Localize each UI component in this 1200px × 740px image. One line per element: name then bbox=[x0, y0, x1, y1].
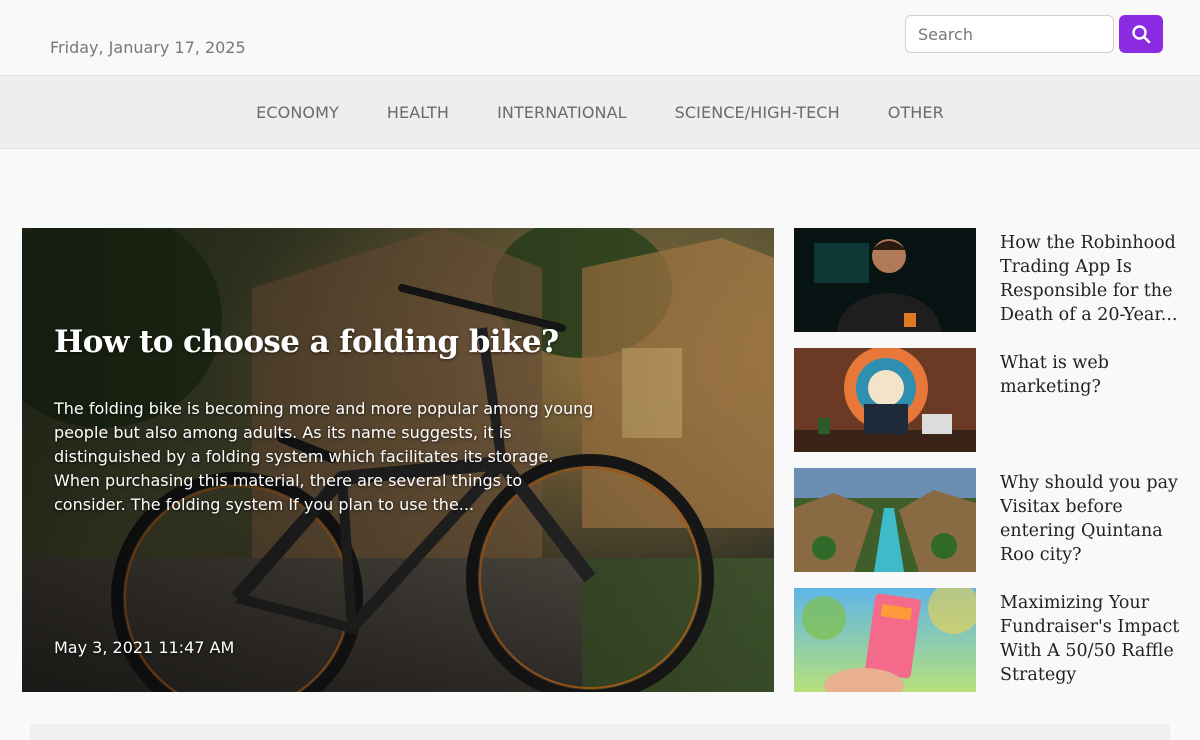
featured-article[interactable]: How to choose a folding bike? The foldin… bbox=[22, 228, 774, 692]
side-article-thumbnail[interactable] bbox=[794, 468, 976, 572]
nav-item-economy[interactable]: ECONOMY bbox=[256, 103, 339, 122]
search-icon bbox=[1132, 25, 1151, 44]
current-date: Friday, January 17, 2025 bbox=[50, 38, 246, 57]
featured-article-date: May 3, 2021 11:47 AM bbox=[54, 638, 235, 657]
side-article-thumbnail[interactable] bbox=[794, 348, 976, 452]
nav-item-international[interactable]: INTERNATIONAL bbox=[497, 103, 627, 122]
featured-article-title[interactable]: How to choose a folding bike? bbox=[54, 324, 614, 360]
side-article-thumbnail[interactable] bbox=[794, 588, 976, 692]
side-article[interactable]: Maximizing Your Fundraiser's Impact With… bbox=[794, 588, 1184, 692]
side-article-title[interactable]: What is web marketing? bbox=[1000, 351, 1180, 399]
main-nav: ECONOMY HEALTH INTERNATIONAL SCIENCE/HIG… bbox=[0, 75, 1200, 149]
search-button[interactable] bbox=[1119, 15, 1163, 53]
side-article-title[interactable]: Why should you pay Visitax before enteri… bbox=[1000, 471, 1180, 567]
nav-item-science-high-tech[interactable]: SCIENCE/HIGH-TECH bbox=[675, 103, 840, 122]
top-bar: Friday, January 17, 2025 bbox=[0, 0, 1200, 75]
featured-article-excerpt: The folding bike is becoming more and mo… bbox=[54, 399, 594, 514]
next-section-container bbox=[30, 724, 1170, 740]
side-article[interactable]: What is web marketing? bbox=[794, 348, 1184, 452]
side-article-title[interactable]: How the Robinhood Trading App Is Respons… bbox=[1000, 231, 1180, 327]
side-article[interactable]: Why should you pay Visitax before enteri… bbox=[794, 468, 1184, 572]
nav-item-health[interactable]: HEALTH bbox=[387, 103, 449, 122]
side-article[interactable]: How the Robinhood Trading App Is Respons… bbox=[794, 228, 1184, 332]
side-article-title[interactable]: Maximizing Your Fundraiser's Impact With… bbox=[1000, 591, 1180, 687]
search-input[interactable] bbox=[905, 15, 1114, 53]
side-article-thumbnail[interactable] bbox=[794, 228, 976, 332]
nav-item-other[interactable]: OTHER bbox=[888, 103, 944, 122]
